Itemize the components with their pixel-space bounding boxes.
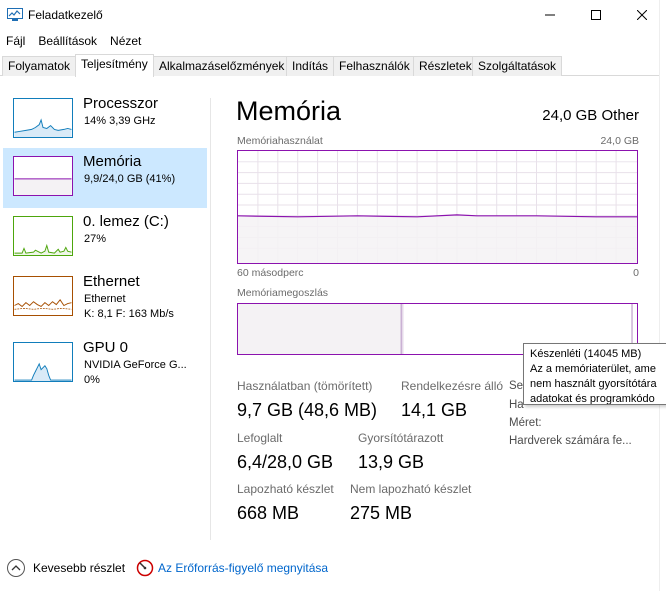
- window-title: Feladatkezelő: [28, 8, 103, 22]
- close-icon: [637, 10, 647, 20]
- tooltip-title: Készenléti (14045 MB): [530, 348, 642, 360]
- tab-bar: Folyamatok Teljesítmény Alkalmazáselőzmé…: [0, 54, 666, 77]
- tab-performance[interactable]: Teljesítmény: [75, 54, 154, 77]
- resource-monitor-icon[interactable]: [136, 559, 154, 577]
- gpu-thumbnail-graph: [13, 342, 73, 382]
- sidebar-item-title: GPU 0: [83, 339, 129, 356]
- memory-usage-graph: [237, 150, 638, 264]
- in-use-value: 9,7 GB (48,6 MB): [237, 400, 378, 420]
- sidebar-item-title: Processzor: [83, 95, 159, 112]
- in-use-label: Használatban (tömörített): [237, 379, 373, 393]
- sidebar-item-memory[interactable]: Memória 9,9/24,0 GB (41%): [3, 148, 207, 208]
- maximize-button[interactable]: [573, 0, 619, 30]
- committed-value: 6,4/28,0 GB: [237, 452, 334, 472]
- hardware-reserved-label: Hardverek számára fe...: [509, 435, 632, 447]
- ethernet-thumbnail-graph: [13, 276, 73, 316]
- sidebar-item-detail: 9,9/24,0 GB (41%): [84, 173, 176, 185]
- sidebar-item-title: Memória: [83, 153, 142, 170]
- sidebar-item-detail: Ethernet: [84, 293, 126, 305]
- tab-startup[interactable]: Indítás: [286, 56, 335, 76]
- slots-label: Se: [509, 380, 524, 392]
- available-value: 14,1 GB: [401, 400, 468, 420]
- cpu-thumbnail-graph: [13, 98, 73, 138]
- maximize-icon: [591, 10, 601, 20]
- tab-processes[interactable]: Folyamatok: [2, 56, 77, 76]
- sidebar-item-usage: 0%: [84, 374, 100, 386]
- memory-thumbnail-graph: [13, 156, 73, 196]
- nonpaged-pool-label: Nem lapozható készlet: [350, 482, 472, 496]
- sidebar-item-ethernet[interactable]: Ethernet Ethernet K: 8,1 F: 163 Mb/s: [3, 268, 207, 328]
- tab-details[interactable]: Részletek: [413, 56, 478, 76]
- chevron-up-icon[interactable]: [7, 559, 25, 577]
- page-title: Memória: [236, 96, 342, 126]
- sidebar-item-detail: NVIDIA GeForce G...: [84, 359, 187, 371]
- minimize-icon: [545, 14, 555, 16]
- menu-file[interactable]: Fájl: [0, 31, 32, 51]
- sidebar-item-title: 0. lemez (C:): [83, 213, 169, 230]
- form-factor-label: Ha: [509, 399, 524, 411]
- sidebar-divider: [210, 98, 211, 540]
- tooltip-line: adatokat és programkódo: [530, 393, 655, 405]
- memory-capacity: 24,0 GB Other: [542, 107, 639, 124]
- tab-app-history[interactable]: Alkalmazáselőzmények: [153, 56, 291, 76]
- size-label: Méret:: [509, 417, 542, 429]
- nonpaged-pool-value: 275 MB: [350, 503, 413, 523]
- title-bar: Feladatkezelő: [0, 0, 666, 30]
- usage-graph-max: 24,0 GB: [600, 135, 639, 147]
- available-label: Rendelkezésre álló: [401, 379, 504, 393]
- composition-label: Memóriamegoszlás: [237, 287, 329, 299]
- cached-value: 13,9 GB: [358, 452, 425, 472]
- paged-pool-value: 668 MB: [237, 503, 300, 523]
- footer: Kevesebb részlet Az Erőforrás-figyelő me…: [0, 553, 666, 583]
- tab-services[interactable]: Szolgáltatások: [472, 56, 563, 76]
- menu-options[interactable]: Beállítások: [32, 31, 104, 51]
- paged-pool-label: Lapozható készlet: [237, 482, 334, 496]
- graph-time-span: 60 másodperc: [237, 267, 304, 279]
- tooltip-line: nem használt gyorsítótára: [530, 378, 657, 390]
- sidebar-item-title: Ethernet: [83, 273, 140, 290]
- cached-label: Gyorsítótárazott: [358, 431, 444, 445]
- open-resource-monitor-link[interactable]: Az Erőforrás-figyelő megnyitása: [158, 561, 328, 575]
- window-right-edge: [659, 0, 666, 591]
- sidebar-item-gpu[interactable]: GPU 0 NVIDIA GeForce G... 0%: [3, 334, 207, 394]
- standby-tooltip: Készenléti (14045 MB) Az a memóriaterüle…: [523, 343, 666, 405]
- sidebar-item-throughput: K: 8,1 F: 163 Mb/s: [84, 308, 174, 320]
- sidebar-item-detail: 14% 3,39 GHz: [84, 115, 156, 127]
- usage-graph-label: Memóriahasználat: [237, 135, 323, 147]
- graph-time-end: 0: [633, 267, 639, 279]
- fewer-details-button[interactable]: Kevesebb részlet: [33, 561, 125, 575]
- tab-users[interactable]: Felhasználók: [333, 56, 416, 76]
- sidebar-item-disk[interactable]: 0. lemez (C:) 27%: [3, 208, 207, 268]
- sidebar-item-detail: 27%: [84, 233, 107, 245]
- menu-bar: Fájl Beállítások Nézet: [0, 31, 148, 51]
- menu-view[interactable]: Nézet: [104, 31, 148, 51]
- disk-thumbnail-graph: [13, 216, 73, 256]
- committed-label: Lefoglalt: [237, 431, 283, 445]
- sidebar-item-cpu[interactable]: Processzor 14% 3,39 GHz: [3, 90, 207, 150]
- tooltip-line: Az a memóriaterület, ame: [530, 363, 656, 375]
- minimize-button[interactable]: [527, 0, 573, 30]
- task-manager-icon: [7, 8, 23, 21]
- in-use-segment: [238, 304, 402, 354]
